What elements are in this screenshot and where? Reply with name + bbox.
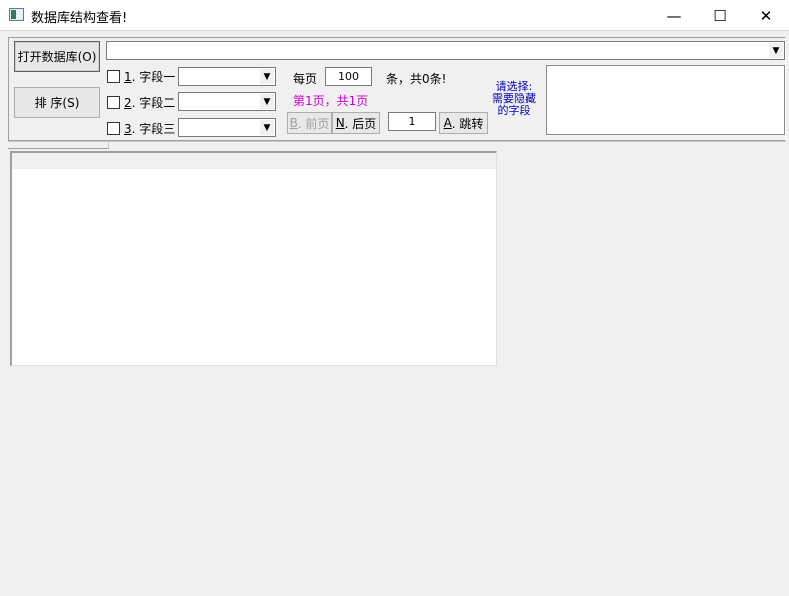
page-status-label: 第1页，共1页 bbox=[293, 94, 369, 108]
field3-label: 3. 字段三 bbox=[124, 122, 176, 136]
jump-page-input[interactable]: 1 bbox=[388, 112, 436, 131]
maximize-button[interactable]: ☐ bbox=[697, 0, 743, 31]
field2-checkbox[interactable] bbox=[107, 96, 120, 109]
chevron-down-icon[interactable]: ▼ bbox=[260, 94, 274, 109]
tab-stub[interactable] bbox=[8, 142, 109, 149]
field1-checkbox[interactable] bbox=[107, 70, 120, 83]
chevron-down-icon[interactable]: ▼ bbox=[769, 43, 783, 58]
prev-page-button[interactable]: B. 前页 bbox=[287, 112, 332, 134]
field3-checkbox[interactable] bbox=[107, 122, 120, 135]
open-database-button[interactable]: 打开数据库(O) bbox=[14, 41, 100, 72]
window-title: 数据库结构查看! bbox=[31, 11, 128, 26]
jump-button[interactable]: A. 跳转 bbox=[439, 112, 488, 134]
next-page-button[interactable]: N. 后页 bbox=[332, 112, 380, 134]
field1-label: 1. 字段一 bbox=[124, 70, 176, 84]
divider bbox=[8, 141, 786, 142]
chevron-down-icon[interactable]: ▼ bbox=[260, 69, 274, 84]
grid-header bbox=[12, 153, 496, 169]
close-button[interactable]: ✕ bbox=[743, 0, 789, 31]
database-path-combo[interactable]: ▼ bbox=[106, 41, 785, 60]
total-count-label: 条，共0条! bbox=[386, 72, 447, 86]
title-bar: 数据库结构查看! — ☐ ✕ bbox=[0, 0, 789, 31]
hide-fields-listbox[interactable] bbox=[546, 65, 785, 135]
app-icon bbox=[9, 8, 24, 21]
minimize-button[interactable]: — bbox=[651, 0, 697, 31]
field1-combo[interactable]: ▼ bbox=[178, 67, 276, 86]
field2-label: 2. 字段二 bbox=[124, 96, 176, 110]
data-grid[interactable] bbox=[10, 151, 497, 366]
field2-combo[interactable]: ▼ bbox=[178, 92, 276, 111]
per-page-label: 每页 bbox=[293, 72, 318, 86]
sort-button[interactable]: 排 序(S) bbox=[14, 87, 100, 118]
field3-combo[interactable]: ▼ bbox=[178, 118, 276, 137]
hide-prompt-line3: 的字段 bbox=[497, 104, 531, 117]
chevron-down-icon[interactable]: ▼ bbox=[260, 120, 274, 135]
hide-fields-prompt: 请选择: 需要隐藏 的字段 bbox=[486, 81, 542, 117]
per-page-input[interactable]: 100 bbox=[325, 67, 372, 86]
